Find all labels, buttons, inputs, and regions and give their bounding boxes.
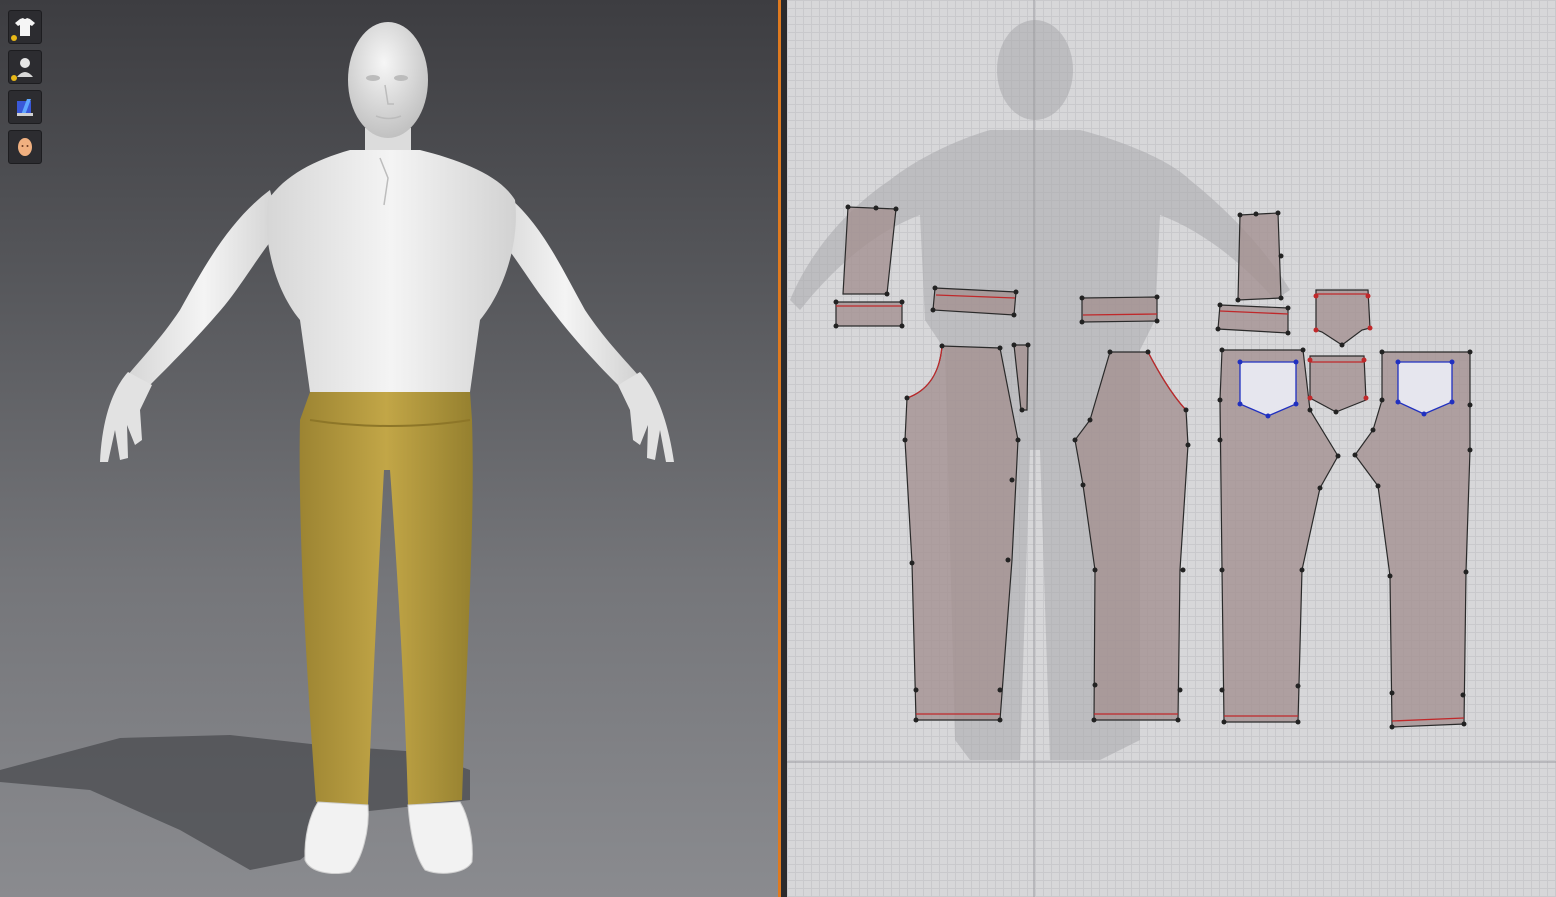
- pants: [299, 392, 473, 805]
- piece-back-pocket-top: [1315, 289, 1371, 346]
- piece-waistband-b: [932, 287, 1017, 316]
- piece-back-yoke: [1237, 212, 1282, 301]
- active-indicator: [11, 35, 17, 41]
- piece-waistband-c: [1081, 296, 1158, 323]
- avatar-head-icon: [14, 136, 36, 158]
- right-hand: [618, 372, 674, 462]
- avatar-pose-icon: [14, 56, 36, 78]
- left-toolbar: [8, 10, 42, 164]
- avatar-shadow: [0, 735, 470, 870]
- garment-button[interactable]: [8, 10, 42, 44]
- texture-button[interactable]: [8, 90, 42, 124]
- 2d-pattern-viewport[interactable]: [787, 0, 1556, 897]
- 3d-viewport[interactable]: [0, 0, 778, 897]
- right-shoe: [407, 801, 473, 874]
- left-hand: [100, 372, 152, 462]
- 3d-scene: [0, 22, 674, 874]
- active-indicator: [11, 75, 17, 81]
- piece-back-pocket-bottom: [1309, 355, 1367, 413]
- avatar-button[interactable]: [8, 50, 42, 84]
- avatar-silhouette: [790, 20, 1290, 760]
- left-shoe: [304, 801, 369, 874]
- piece-front-yoke: [842, 206, 897, 295]
- left-arm: [128, 190, 280, 385]
- shirt: [266, 150, 516, 397]
- piece-waistband-d: [1217, 304, 1289, 334]
- texture-material-icon: [14, 96, 36, 118]
- avatar-head: [348, 22, 428, 138]
- head-button[interactable]: [8, 130, 42, 164]
- pattern-canvas: [787, 0, 1556, 897]
- piece-front-left-leg: [904, 345, 1019, 721]
- garment-tshirt-icon: [14, 16, 36, 38]
